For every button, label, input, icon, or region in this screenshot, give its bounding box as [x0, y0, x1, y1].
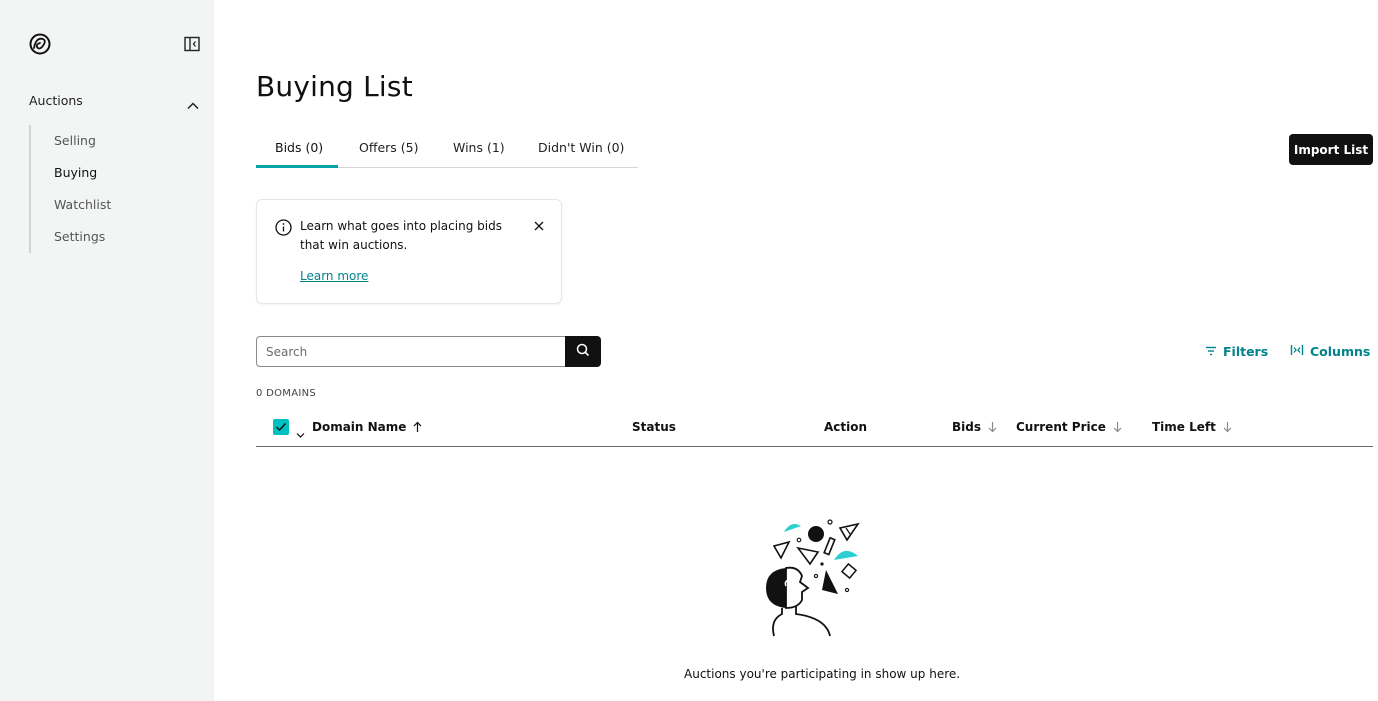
filters-label: Filters: [1223, 343, 1269, 359]
filter-icon: [1205, 344, 1217, 359]
columns-button[interactable]: Columns: [1290, 343, 1370, 359]
chevron-down-icon[interactable]: [296, 424, 305, 438]
import-list-button[interactable]: Import List: [1289, 134, 1373, 165]
table-header: Domain Name Status Action Bids Current P…: [256, 413, 1373, 447]
select-all-checkbox[interactable]: [273, 419, 289, 435]
column-label: Current Price: [1016, 420, 1106, 434]
domain-count: 0 DOMAINS: [256, 388, 317, 399]
tab-offers[interactable]: Offers (5): [359, 140, 418, 155]
tab-didnt-win[interactable]: Didn't Win (0): [538, 140, 624, 155]
column-label: Bids: [952, 420, 981, 434]
columns-label: Columns: [1310, 343, 1371, 359]
sidebar-item-buying[interactable]: Buying: [54, 165, 97, 180]
column-label: Domain Name: [312, 420, 407, 434]
info-card: Learn what goes into placing bids that w…: [256, 199, 562, 304]
search-input[interactable]: [256, 336, 566, 367]
column-current-price[interactable]: Current Price: [1016, 420, 1122, 434]
chevron-up-icon: [187, 96, 199, 110]
column-domain-name[interactable]: Domain Name: [312, 420, 422, 434]
column-bids[interactable]: Bids: [952, 420, 997, 434]
sort-down-icon: [1113, 421, 1122, 433]
active-tab-indicator: [256, 165, 338, 168]
column-status: Status: [632, 420, 676, 434]
column-label: Time Left: [1152, 420, 1216, 434]
nav-section-label: Auctions: [29, 93, 83, 108]
sidebar-item-watchlist[interactable]: Watchlist: [54, 197, 111, 212]
learn-more-link[interactable]: Learn more: [300, 269, 368, 283]
nav-track-line: [29, 125, 31, 253]
tab-wins[interactable]: Wins (1): [453, 140, 505, 155]
search-icon: [576, 342, 590, 361]
person-thinking-shapes-illustration: [764, 516, 864, 638]
close-icon[interactable]: [533, 217, 545, 231]
filters-button[interactable]: Filters: [1205, 343, 1268, 359]
sort-down-icon: [988, 421, 997, 433]
column-label: Action: [824, 420, 868, 434]
page-title: Buying List: [256, 70, 413, 103]
godaddy-logo-icon[interactable]: [28, 33, 52, 55]
info-icon: [275, 219, 292, 236]
columns-icon: [1290, 344, 1304, 359]
column-time-left[interactable]: Time Left: [1152, 420, 1232, 434]
tab-bar: Bids (0) Offers (5) Wins (1) Didn't Win …: [256, 130, 638, 168]
nav-section-auctions[interactable]: Auctions: [29, 93, 201, 111]
empty-state-message: Auctions you're participating in show up…: [684, 667, 961, 681]
sidebar-collapse-icon[interactable]: [184, 36, 201, 52]
column-action: Action: [824, 420, 867, 434]
search-button[interactable]: [565, 336, 601, 367]
sort-down-icon: [1223, 421, 1232, 433]
tab-bids[interactable]: Bids (0): [275, 140, 323, 155]
column-label: Status: [632, 420, 676, 434]
sort-up-icon: [413, 421, 422, 433]
sidebar-item-settings[interactable]: Settings: [54, 229, 105, 244]
sidebar-item-selling[interactable]: Selling: [54, 133, 96, 148]
info-text: Learn what goes into placing bids that w…: [300, 219, 502, 252]
sidebar: Auctions Selling Buying Watchlist Settin…: [0, 0, 214, 701]
